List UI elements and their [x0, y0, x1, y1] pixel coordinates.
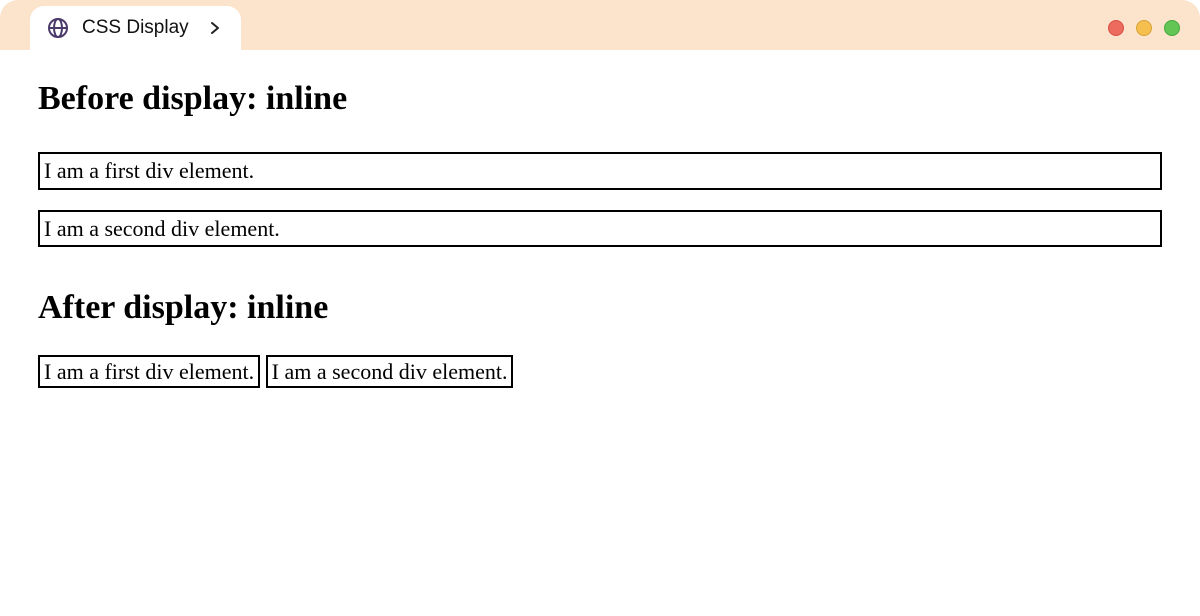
window-minimize-button[interactable] — [1136, 20, 1152, 36]
globe-icon — [46, 16, 70, 40]
inline-container: I am a first div element. I am a second … — [38, 357, 1162, 387]
heading-before: Before display: inline — [38, 80, 1162, 118]
browser-tab[interactable]: CSS Display — [30, 6, 241, 50]
chevron-right-icon — [207, 20, 223, 36]
browser-titlebar: CSS Display — [0, 0, 1200, 50]
block-div-second: I am a second div element. — [38, 210, 1162, 248]
window-controls — [1108, 20, 1180, 50]
inline-div-second: I am a second div element. — [266, 355, 514, 388]
window-maximize-button[interactable] — [1164, 20, 1180, 36]
window-close-button[interactable] — [1108, 20, 1124, 36]
tab-title: CSS Display — [82, 17, 189, 39]
page-content: Before display: inline I am a first div … — [0, 50, 1200, 387]
block-div-first: I am a first div element. — [38, 152, 1162, 190]
heading-after: After display: inline — [38, 289, 1162, 327]
inline-div-first: I am a first div element. — [38, 355, 260, 388]
